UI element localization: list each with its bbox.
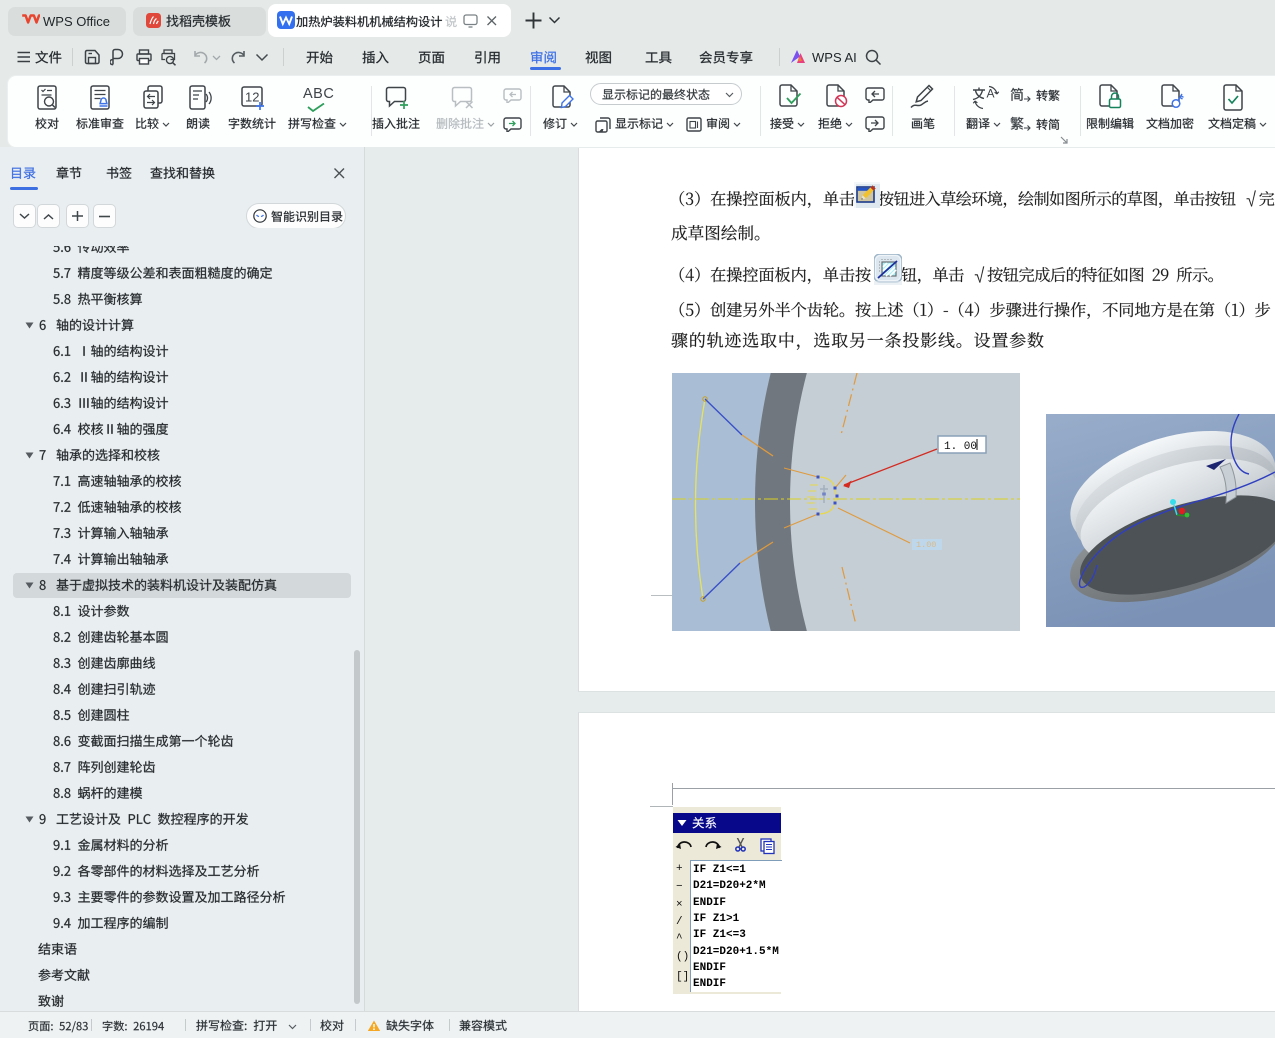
svg-text:12: 12 bbox=[245, 90, 259, 105]
svg-text:1. 00: 1. 00 bbox=[944, 441, 977, 453]
svg-text:1.00: 1.00 bbox=[916, 540, 936, 550]
svg-text:A: A bbox=[987, 87, 995, 101]
